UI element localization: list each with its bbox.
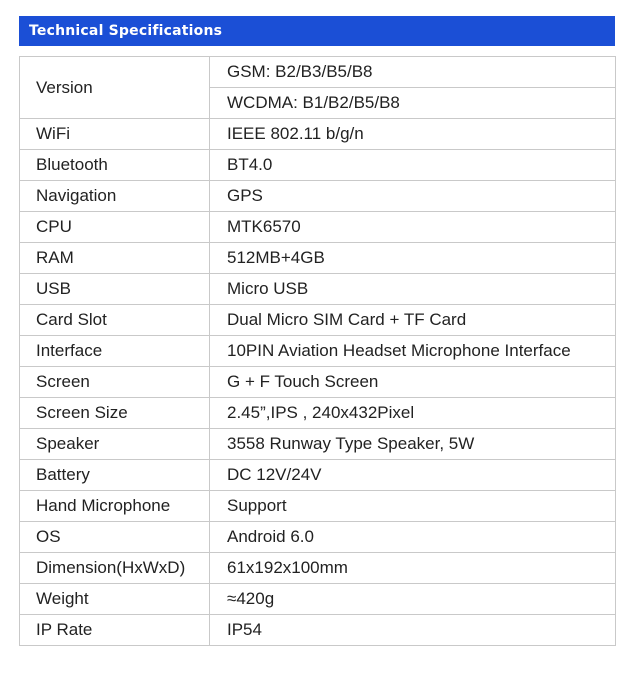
spec-label: Dimension(HxWxD) [19, 552, 210, 584]
spec-table: Version GSM: B2/B3/B5/B8 WCDMA: B1/B2/B5/B… [19, 56, 616, 646]
spec-value: MTK6570 [209, 211, 616, 243]
spec-value: WCDMA: B1/B2/B5/B8 [209, 87, 616, 119]
spec-value: Micro USB [209, 273, 616, 305]
spec-value: GSM: B2/B3/B5/B8 [209, 56, 616, 88]
spec-label: Hand Microphone [19, 490, 210, 522]
spec-row: Screen G + F Touch Screen [19, 366, 616, 398]
spec-row: IP Rate IP54 [19, 614, 616, 646]
spec-row: Card Slot Dual Micro SIM Card + TF Card [19, 304, 616, 336]
spec-row: Version GSM: B2/B3/B5/B8 [19, 56, 616, 119]
spec-value: 512MB+4GB [209, 242, 616, 274]
spec-label: WiFi [19, 118, 210, 150]
spec-label: Weight [19, 583, 210, 615]
spec-value: IEEE 802.11 b/g/n [209, 118, 616, 150]
spec-label: Screen Size [19, 397, 210, 429]
spec-label: Bluetooth [19, 149, 210, 181]
spec-label: IP Rate [19, 614, 210, 646]
spec-table-body: Version GSM: B2/B3/B5/B8 WCDMA: B1/B2/B5/B… [19, 56, 616, 646]
spec-row: USB Micro USB [19, 273, 616, 305]
spec-label: Card Slot [19, 304, 210, 336]
spec-value: G + F Touch Screen [209, 366, 616, 398]
spec-label: Battery [19, 459, 210, 491]
spec-label: RAM [19, 242, 210, 274]
spec-value: 2.45”,IPS , 240x432Pixel [209, 397, 616, 429]
spec-row: Dimension(HxWxD) 61x192x100mm [19, 552, 616, 584]
spec-row: Battery DC 12V/24V [19, 459, 616, 491]
spec-label: OS [19, 521, 210, 553]
spec-value: BT4.0 [209, 149, 616, 181]
spec-value: Dual Micro SIM Card + TF Card [209, 304, 616, 336]
spec-row: WiFi IEEE 802.11 b/g/n [19, 118, 616, 150]
spec-value: Support [209, 490, 616, 522]
spec-row: Interface 10PIN Aviation Headset Micropho… [19, 335, 616, 367]
spec-label: CPU [19, 211, 210, 243]
spec-row: Bluetooth BT4.0 [19, 149, 616, 181]
section-header: Technical Specifications [19, 16, 615, 46]
spec-row: CPU MTK6570 [19, 211, 616, 243]
spec-label: Speaker [19, 428, 210, 460]
section-title: Technical Specifications [29, 23, 223, 39]
spec-row: Weight ≈420g [19, 583, 616, 615]
spec-row: OS Android 6.0 [19, 521, 616, 553]
spec-label: Navigation [19, 180, 210, 212]
spec-row: Screen Size 2.45”,IPS , 240x432Pixel [19, 397, 616, 429]
spec-row: Hand Microphone Support [19, 490, 616, 522]
spec-value: IP54 [209, 614, 616, 646]
spec-value: GPS [209, 180, 616, 212]
spec-sheet: Technical Specifications Version GSM: B2/… [0, 0, 637, 684]
spec-value: 3558 Runway Type Speaker, 5W [209, 428, 616, 460]
spec-row: Navigation GPS [19, 180, 616, 212]
spec-label: Interface [19, 335, 210, 367]
spec-value: 10PIN Aviation Headset Microphone Interf… [209, 335, 616, 367]
spec-value: 61x192x100mm [209, 552, 616, 584]
spec-row: Speaker 3558 Runway Type Speaker, 5W [19, 428, 616, 460]
spec-label: USB [19, 273, 210, 305]
spec-label: Version [19, 56, 210, 119]
spec-value: Android 6.0 [209, 521, 616, 553]
spec-value: ≈420g [209, 583, 616, 615]
spec-label: Screen [19, 366, 210, 398]
spec-row: RAM 512MB+4GB [19, 242, 616, 274]
spec-value: DC 12V/24V [209, 459, 616, 491]
